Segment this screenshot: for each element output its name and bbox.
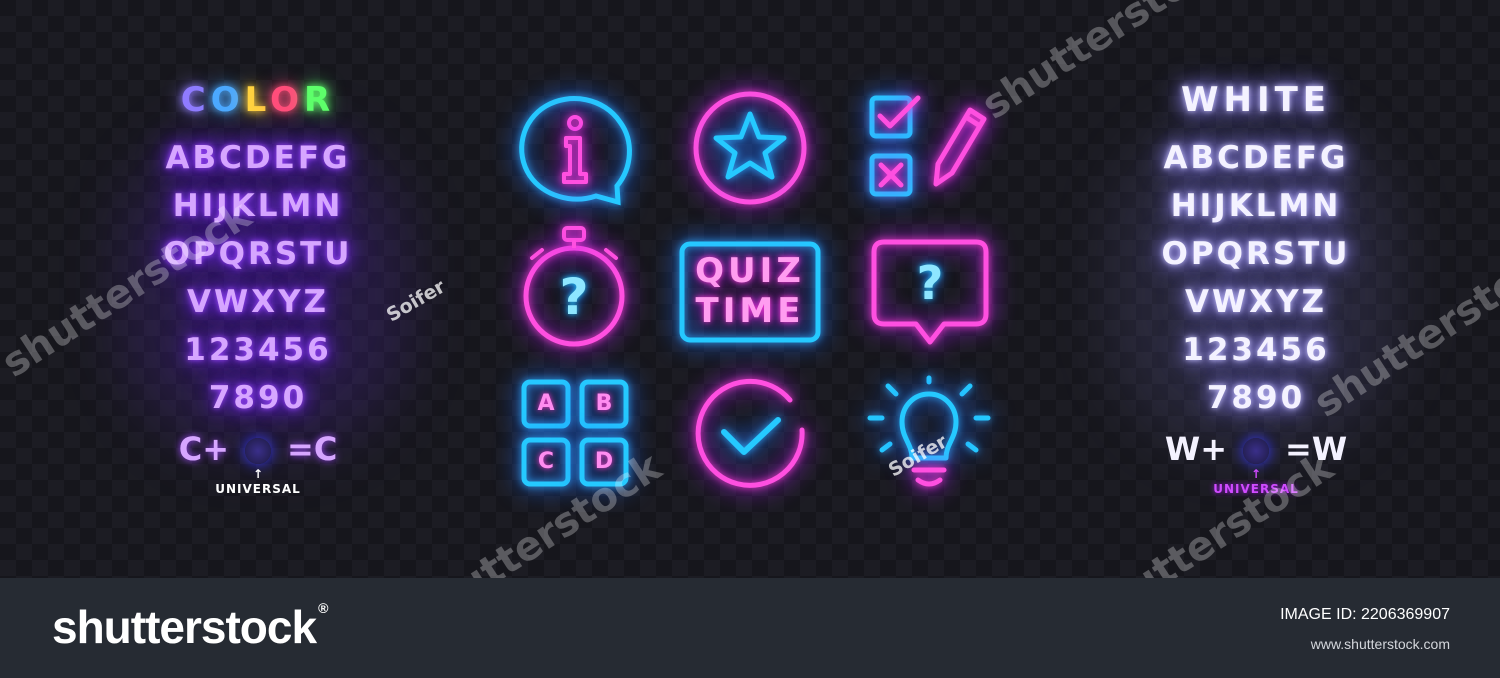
question-bubble-icon: ? — [870, 238, 990, 350]
footer-bar: shutterstock ® IMAGE ID: 2206369907 www.s… — [0, 578, 1500, 678]
alphabet-row: OPQRSTU — [1161, 236, 1351, 272]
color-title-letter: O — [270, 80, 305, 120]
digits-row: 123456 — [184, 332, 332, 368]
star-circle-icon — [690, 88, 810, 208]
color-title-letter: C — [180, 80, 211, 120]
alphabet-row: ABCDEFG — [165, 140, 351, 176]
info-bubble-icon — [512, 86, 638, 212]
artwork-canvas: COLOR ABCDEFG HIJKLMN OPQRSTU VWXYZ 1234… — [0, 0, 1500, 578]
option-a: A — [537, 391, 555, 416]
color-formula: C+ =C ↑ UNIVERSAL — [112, 430, 404, 496]
arrow-up-icon: ↑ — [252, 467, 264, 481]
alphabet-row: HIJKLMN — [1170, 188, 1342, 224]
digits-row: 7890 — [208, 380, 308, 416]
image-id: IMAGE ID: 2206369907 — [1280, 606, 1450, 623]
quiz-text: QUIZ — [695, 251, 805, 291]
logo-text: shutterstock — [52, 601, 317, 653]
white-alphabet-panel: WHITE ABCDEFG HIJKLMN OPQRSTU VWXYZ 1234… — [1108, 80, 1404, 496]
color-title: COLOR — [112, 80, 404, 120]
quiz-time-sign: QUIZ TIME — [678, 240, 822, 344]
registered-mark: ® — [318, 600, 328, 616]
color-title-letter: L — [244, 80, 271, 120]
universal-dot-icon — [245, 438, 271, 464]
alphabet-row: HIJKLMN — [172, 188, 344, 224]
lightbulb-icon — [866, 374, 992, 490]
question-glyph: ? — [559, 268, 589, 326]
alphabet-row: ABCDEFG — [1163, 140, 1349, 176]
color-title-letter: R — [304, 80, 336, 120]
stopwatch-question-icon: ? — [518, 222, 630, 350]
alphabet-row: VWXYZ — [1184, 284, 1327, 320]
check-circle-icon — [694, 374, 810, 490]
question-glyph: ? — [916, 256, 944, 310]
shutterstock-logo[interactable]: shutterstock ® — [52, 600, 328, 654]
formula-right: =C — [287, 430, 338, 468]
site-link[interactable]: www.shutterstock.com — [1311, 636, 1450, 652]
option-b: B — [595, 391, 613, 416]
arrow-up-icon: ↑ — [1250, 467, 1262, 481]
color-title-letter: O — [210, 80, 245, 120]
time-text: TIME — [695, 291, 805, 331]
checklist-pencil-icon — [866, 92, 994, 200]
white-formula: W+ =W ↑ UNIVERSAL — [1108, 430, 1404, 496]
formula-left: W+ — [1164, 430, 1227, 468]
white-title: WHITE — [1180, 80, 1332, 120]
universal-label: UNIVERSAL — [215, 482, 301, 496]
universal-dot-icon — [1243, 438, 1269, 464]
formula-left: C+ — [178, 430, 229, 468]
option-c: C — [537, 449, 555, 474]
